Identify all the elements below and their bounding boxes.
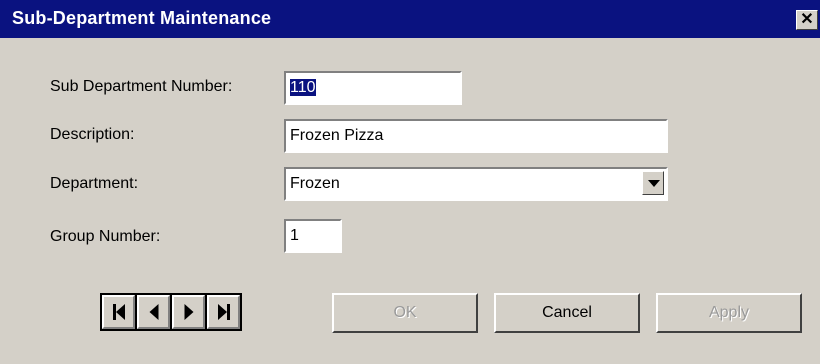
group-number-value: 1 [290, 227, 299, 244]
department-value: Frozen [290, 175, 340, 192]
next-record-button[interactable] [172, 295, 205, 329]
first-record-icon [112, 304, 125, 320]
department-select[interactable]: Frozen [284, 167, 668, 201]
close-button[interactable]: ✕ [796, 10, 818, 30]
previous-record-icon [149, 304, 158, 320]
sub-dept-number-label: Sub Department Number: [50, 78, 233, 95]
previous-record-button[interactable] [137, 295, 170, 329]
description-label: Description: [50, 126, 135, 143]
ok-button[interactable]: OK [332, 293, 478, 333]
department-label: Department: [50, 175, 139, 192]
group-number-field[interactable]: 1 [284, 219, 342, 253]
sub-dept-number-value: 110 [290, 79, 316, 96]
first-record-button[interactable] [102, 295, 135, 329]
last-record-button[interactable] [207, 295, 240, 329]
record-navigator [100, 293, 242, 331]
chevron-down-icon[interactable] [642, 171, 664, 195]
next-record-icon [184, 304, 193, 320]
cancel-button[interactable]: Cancel [494, 293, 640, 333]
apply-button[interactable]: Apply [656, 293, 802, 333]
group-number-label: Group Number: [50, 228, 161, 245]
title-bar: Sub-Department Maintenance ✕ [0, 0, 820, 38]
sub-dept-number-field[interactable]: 110 [284, 71, 462, 105]
close-icon: ✕ [800, 11, 814, 28]
window-title: Sub-Department Maintenance [12, 8, 272, 28]
last-record-icon [217, 304, 230, 320]
description-field[interactable]: Frozen Pizza [284, 119, 668, 153]
description-value: Frozen Pizza [290, 127, 384, 144]
